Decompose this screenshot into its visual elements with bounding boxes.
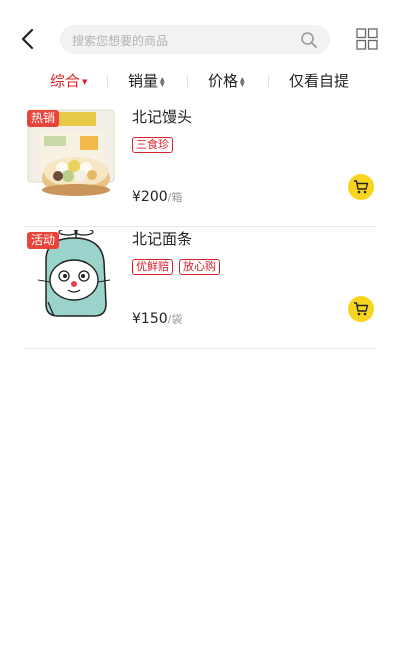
activity-tag: 活动 — [27, 232, 60, 249]
badge-list: 优鲜赔 放心购 — [132, 255, 226, 275]
price-value: ¥200 — [132, 189, 168, 205]
product-card[interactable]: 活动 北记面条 优鲜赔 放心购 ¥150/袋 — [24, 228, 376, 349]
product-name[interactable]: 北记面条 — [132, 228, 192, 249]
price-value: ¥150 — [132, 311, 168, 327]
search-input[interactable]: 搜索您想要的商品 — [60, 25, 330, 54]
back-arrow-icon[interactable] — [18, 26, 40, 52]
add-to-cart-button[interactable] — [348, 296, 374, 322]
sort-comprehensive-label: 综合 — [50, 72, 81, 90]
sort-price-label: 价格 — [208, 72, 239, 90]
grid-view-icon[interactable] — [356, 28, 378, 50]
sort-comprehensive[interactable]: 综合 ▼ — [50, 70, 87, 92]
sort-sales[interactable]: 销量 ▲ ▼ — [128, 70, 165, 92]
product-name[interactable]: 北记馒头 — [132, 106, 192, 127]
divider — [268, 75, 269, 87]
product-badge: 放心购 — [179, 259, 220, 275]
badge-list: 三食珍 — [132, 133, 179, 153]
cart-icon — [354, 180, 369, 194]
sort-price[interactable]: 价格 ▲ ▼ — [208, 70, 245, 92]
sort-bar: 综合 ▼ 销量 ▲ ▼ 价格 ▲ ▼ 仅看自提 — [0, 66, 400, 96]
sort-pickup-only[interactable]: 仅看自提 — [289, 70, 349, 92]
search-icon[interactable] — [300, 31, 318, 49]
product-card[interactable]: 热销 北记馒头 三食珍 ¥200/箱 — [24, 106, 376, 227]
product-badge: 三食珍 — [132, 137, 173, 153]
product-badge: 优鲜赔 — [132, 259, 173, 275]
price-unit: /箱 — [167, 191, 183, 204]
caret-down-icon: ▼ — [82, 77, 88, 86]
product-price: ¥150/袋 — [132, 311, 182, 327]
divider — [187, 75, 188, 87]
add-to-cart-button[interactable] — [348, 174, 374, 200]
cart-icon — [354, 302, 369, 316]
price-unit: /袋 — [167, 313, 183, 326]
sort-sales-label: 销量 — [128, 72, 159, 90]
sort-updown-icon: ▲ ▼ — [160, 75, 165, 88]
product-price: ¥200/箱 — [132, 189, 182, 205]
hot-tag: 热销 — [27, 110, 60, 127]
sort-pickup-label: 仅看自提 — [289, 72, 350, 90]
search-placeholder: 搜索您想要的商品 — [72, 34, 169, 48]
top-bar: 搜索您想要的商品 — [0, 0, 400, 66]
divider — [107, 75, 108, 87]
sort-updown-icon: ▲ ▼ — [240, 75, 245, 88]
